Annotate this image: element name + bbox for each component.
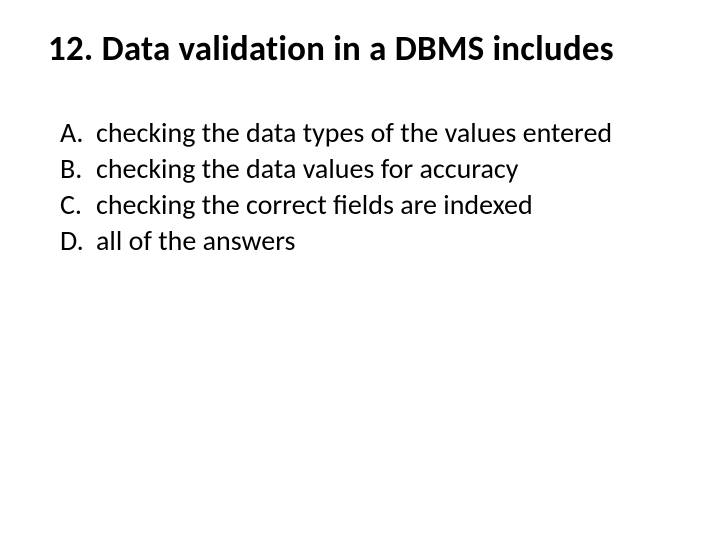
option-text: all of the answers: [96, 224, 680, 258]
option-text: checking the data values for accuracy: [96, 152, 680, 186]
option-text: checking the correct fields are indexed: [96, 188, 680, 222]
question-title: 12. Data validation in a DBMS includes: [48, 28, 680, 70]
options-list: A. checking the data types of the values…: [48, 116, 680, 259]
question-number: 12.: [48, 28, 93, 70]
option-label: C.: [48, 188, 96, 222]
option-label: A.: [48, 116, 96, 150]
option-label: D.: [48, 224, 96, 258]
slide: 12. Data validation in a DBMS includes A…: [0, 0, 720, 540]
question-text: Data validation in a DBMS includes: [102, 28, 614, 70]
option-label: B.: [48, 152, 96, 186]
option-text: checking the data types of the values en…: [96, 116, 680, 150]
